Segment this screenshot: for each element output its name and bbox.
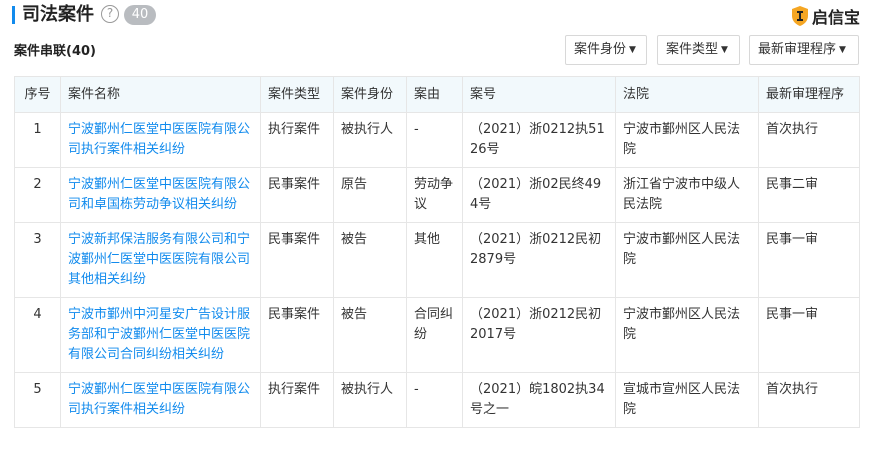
brand-logo: 启信宝 xyxy=(791,4,860,28)
column-header: 最新审理程序 xyxy=(758,76,860,113)
table-row: 1 宁波鄞州仁医堂中医医院有限公司执行案件相关纠纷 执行案件 被执行人 - （2… xyxy=(14,112,860,168)
case-name-link[interactable]: 宁波鄞州仁医堂中医医院有限公司执行案件相关纠纷 xyxy=(68,122,250,157)
case-cause-cell: 其他 xyxy=(406,222,463,298)
page-header: 司法案件 ? 40 启信宝 xyxy=(0,0,870,32)
column-header: 序号 xyxy=(14,76,61,113)
case-name-link[interactable]: 宁波鄞州仁医堂中医医院有限公司和卓国栋劳动争议相关纠纷 xyxy=(68,177,250,212)
case-type-cell: 民事案件 xyxy=(260,167,334,223)
case-cause-cell: - xyxy=(406,372,463,428)
court-cell: 宁波市鄞州区人民法院 xyxy=(615,112,759,168)
procedure-cell: 民事一审 xyxy=(758,222,860,298)
filter-label: 最新审理程序 xyxy=(758,42,837,57)
page-title: 司法案件 xyxy=(22,4,94,25)
case-name-cell: 宁波鄞州仁医堂中医医院有限公司执行案件相关纠纷 xyxy=(60,112,261,168)
table-row: 3 宁波新邦保洁服务有限公司和宁波鄞州仁医堂中医医院有限公司其他相关纠纷 民事案… xyxy=(14,222,860,298)
case-type-cell: 执行案件 xyxy=(260,372,334,428)
brand-name: 启信宝 xyxy=(811,8,860,27)
case-number-cell: （2021）浙0212执5126号 xyxy=(462,112,616,168)
caret-down-icon: ▼ xyxy=(629,45,636,55)
case-name-cell: 宁波新邦保洁服务有限公司和宁波鄞州仁医堂中医医院有限公司其他相关纠纷 xyxy=(60,222,261,298)
help-icon[interactable]: ? xyxy=(101,5,119,23)
cases-table: 序号 案件名称 案件类型 案件身份 案由 案号 法院 最新审理程序 1 宁波鄞州… xyxy=(14,76,860,428)
case-name-link[interactable]: 宁波新邦保洁服务有限公司和宁波鄞州仁医堂中医医院有限公司其他相关纠纷 xyxy=(68,232,250,287)
table-row: 4 宁波市鄞州中河星安广告设计服务部和宁波鄞州仁医堂中医医院有限公司合同纠纷相关… xyxy=(14,297,860,373)
column-header: 案件名称 xyxy=(60,76,261,113)
table-row: 2 宁波鄞州仁医堂中医医院有限公司和卓国栋劳动争议相关纠纷 民事案件 原告 劳动… xyxy=(14,167,860,223)
case-type-cell: 执行案件 xyxy=(260,112,334,168)
row-index: 4 xyxy=(14,297,61,373)
court-cell: 宁波市鄞州区人民法院 xyxy=(615,297,759,373)
caret-down-icon: ▼ xyxy=(721,45,728,55)
shield-logo-icon xyxy=(791,6,808,26)
case-role-cell: 被告 xyxy=(333,222,407,298)
column-header: 案号 xyxy=(462,76,616,113)
column-header: 案件身份 xyxy=(333,76,407,113)
caret-down-icon: ▼ xyxy=(839,45,846,55)
section-title: 案件串联(40) xyxy=(14,44,96,59)
filter-case-role-dropdown[interactable]: 案件身份 ▼ xyxy=(565,35,647,65)
case-role-cell: 被执行人 xyxy=(333,372,407,428)
procedure-cell: 民事一审 xyxy=(758,297,860,373)
case-name-cell: 宁波市鄞州中河星安广告设计服务部和宁波鄞州仁医堂中医医院有限公司合同纠纷相关纠纷 xyxy=(60,297,261,373)
count-badge: 40 xyxy=(124,5,156,25)
case-name-cell: 宁波鄞州仁医堂中医医院有限公司执行案件相关纠纷 xyxy=(60,372,261,428)
case-cause-cell: 劳动争议 xyxy=(406,167,463,223)
case-name-link[interactable]: 宁波鄞州仁医堂中医医院有限公司执行案件相关纠纷 xyxy=(68,382,250,417)
case-number-cell: （2021）浙0212民初2017号 xyxy=(462,297,616,373)
case-role-cell: 被执行人 xyxy=(333,112,407,168)
filter-procedure-dropdown[interactable]: 最新审理程序 ▼ xyxy=(749,35,859,65)
filter-label: 案件类型 xyxy=(666,42,719,57)
row-index: 5 xyxy=(14,372,61,428)
column-header: 法院 xyxy=(615,76,759,113)
case-number-cell: （2021）浙02民终494号 xyxy=(462,167,616,223)
filter-case-type-dropdown[interactable]: 案件类型 ▼ xyxy=(657,35,740,65)
filter-label: 案件身份 xyxy=(574,42,627,57)
row-index: 3 xyxy=(14,222,61,298)
case-cause-cell: 合同纠纷 xyxy=(406,297,463,373)
court-cell: 浙江省宁波市中级人民法院 xyxy=(615,167,759,223)
title-accent-bar xyxy=(12,6,15,24)
case-type-cell: 民事案件 xyxy=(260,297,334,373)
procedure-cell: 民事二审 xyxy=(758,167,860,223)
procedure-cell: 首次执行 xyxy=(758,112,860,168)
case-number-cell: （2021）皖1802执34号之一 xyxy=(462,372,616,428)
column-header: 案件类型 xyxy=(260,76,334,113)
row-index: 1 xyxy=(14,112,61,168)
row-index: 2 xyxy=(14,167,61,223)
case-number-cell: （2021）浙0212民初2879号 xyxy=(462,222,616,298)
case-type-cell: 民事案件 xyxy=(260,222,334,298)
case-name-link[interactable]: 宁波市鄞州中河星安广告设计服务部和宁波鄞州仁医堂中医医院有限公司合同纠纷相关纠纷 xyxy=(68,307,250,362)
table-header-row: 序号 案件名称 案件类型 案件身份 案由 案号 法院 最新审理程序 xyxy=(14,76,860,113)
court-cell: 宣城市宣州区人民法院 xyxy=(615,372,759,428)
table-row: 5 宁波鄞州仁医堂中医医院有限公司执行案件相关纠纷 执行案件 被执行人 - （2… xyxy=(14,372,860,428)
case-role-cell: 原告 xyxy=(333,167,407,223)
procedure-cell: 首次执行 xyxy=(758,372,860,428)
court-cell: 宁波市鄞州区人民法院 xyxy=(615,222,759,298)
case-name-cell: 宁波鄞州仁医堂中医医院有限公司和卓国栋劳动争议相关纠纷 xyxy=(60,167,261,223)
case-cause-cell: - xyxy=(406,112,463,168)
column-header: 案由 xyxy=(406,76,463,113)
case-role-cell: 被告 xyxy=(333,297,407,373)
